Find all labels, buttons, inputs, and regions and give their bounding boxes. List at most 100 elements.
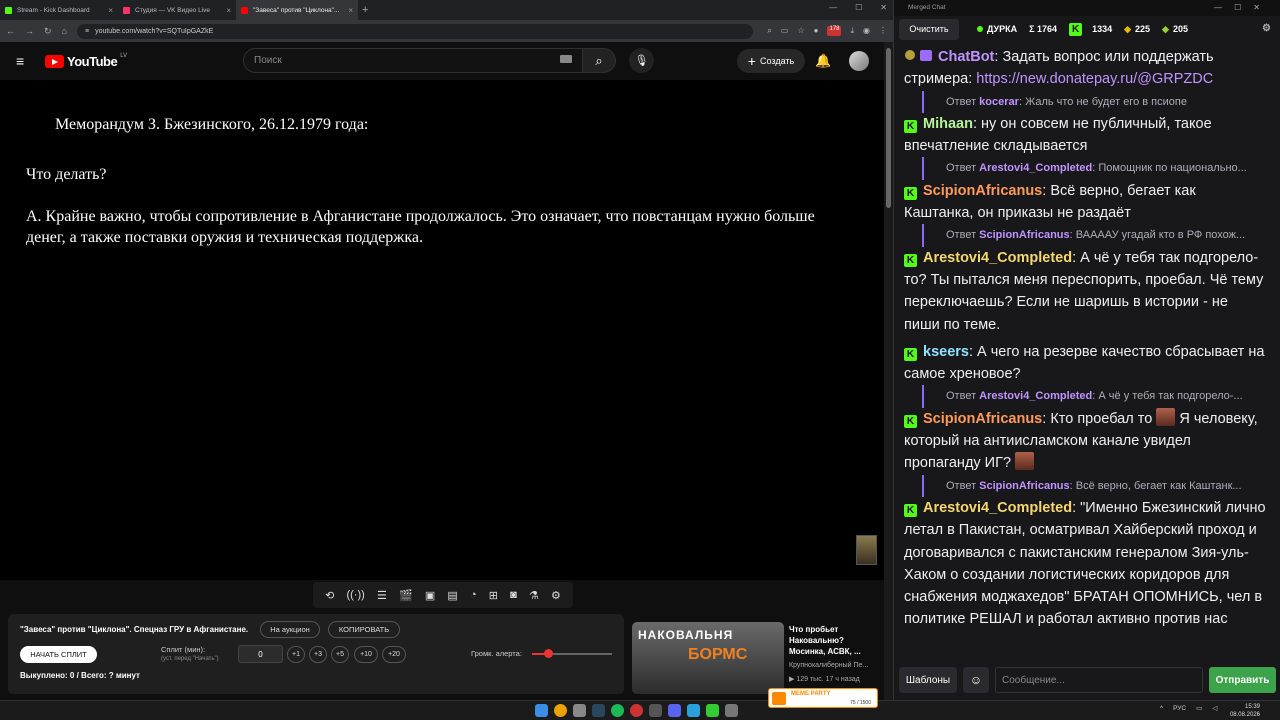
increment-button[interactable]: +1	[287, 646, 305, 663]
site-info-icon[interactable]: ≡	[85, 28, 89, 35]
speed-icon[interactable]: ◔	[470, 589, 477, 601]
clapper-icon[interactable]: 🎬	[399, 589, 413, 602]
system-clock[interactable]: 15:39 08.08.2026	[1230, 703, 1260, 719]
increment-button[interactable]: +10	[354, 646, 378, 663]
cast-icon[interactable]: ▭	[781, 26, 789, 36]
start-split-button[interactable]: НАЧАТЬ СПЛИТ	[20, 646, 97, 663]
chat-username[interactable]: kseers	[923, 344, 969, 360]
menu-icon[interactable]: ⋮	[879, 26, 887, 36]
loop-icon[interactable]: ⟲	[325, 589, 334, 602]
pip-icon[interactable]: ▣	[425, 589, 435, 602]
app-icon[interactable]	[706, 704, 719, 717]
tab-youtube-video[interactable]: "Завеса" против "Циклона"... ×	[236, 0, 358, 20]
tray-chevron-icon[interactable]: ^	[1160, 705, 1163, 712]
clear-chat-button[interactable]: Очистить	[899, 18, 959, 40]
send-button[interactable]: Отправить	[1209, 667, 1276, 693]
network-icon[interactable]: ▭	[1196, 704, 1202, 712]
close-tab-icon[interactable]: ×	[348, 6, 353, 15]
auction-button[interactable]: На аукцион	[260, 621, 320, 638]
reply-username[interactable]: Arestovi4_Completed	[979, 162, 1092, 174]
obs-icon[interactable]	[630, 704, 643, 717]
kick-icon: K	[904, 186, 917, 200]
broadcast-icon[interactable]: ((·))	[346, 589, 364, 601]
profile-icon[interactable]: ◉	[863, 26, 870, 36]
volume-icon[interactable]: ◁	[1212, 704, 1217, 712]
language-indicator[interactable]: РУС	[1173, 705, 1186, 712]
chat-username[interactable]: Arestovi4_Completed	[923, 250, 1072, 266]
increment-button[interactable]: +20	[382, 646, 406, 663]
voice-search-button[interactable]: 🎙	[629, 48, 654, 73]
chat-username[interactable]: ScipionAfricanus	[923, 411, 1042, 427]
close-icon[interactable]: ✕	[880, 3, 887, 12]
video-player[interactable]: Меморандум З. Бжезинского, 26.12.1979 го…	[0, 80, 884, 580]
alert-volume-knob[interactable]	[544, 649, 553, 658]
bookmark-star-icon[interactable]: ☆	[797, 26, 804, 36]
chrome-icon[interactable]	[554, 704, 567, 717]
tab-vk-studio[interactable]: Студия — VK Видео Live ×	[118, 0, 236, 20]
home-icon[interactable]: ⌂	[62, 26, 67, 36]
discord-icon[interactable]	[668, 704, 681, 717]
forward-icon[interactable]: →	[25, 26, 34, 36]
chat-username[interactable]: Mihaan	[923, 116, 973, 132]
gear-icon[interactable]: ⚙	[551, 589, 561, 602]
page-scrollbar[interactable]	[884, 42, 893, 700]
maximize-icon[interactable]: ☐	[855, 3, 862, 12]
playlist-icon[interactable]: ☰	[377, 589, 387, 602]
flask-icon[interactable]: ⚗	[529, 589, 539, 602]
split-minutes-input[interactable]: 0	[238, 645, 283, 663]
chat-window-controls[interactable]: —☐✕	[1214, 0, 1272, 16]
recommended-video[interactable]: НАКОВАЛЬНЯ БОРМС Что пробьет Наковальню?…	[632, 622, 882, 694]
chat-link[interactable]: https://new.donatepay.ru/@GRPZDC	[976, 71, 1213, 87]
add-box-icon[interactable]: ⊞	[489, 589, 498, 602]
youtube-logo[interactable]: YouTube LV	[45, 53, 127, 69]
recommended-thumbnail[interactable]: НАКОВАЛЬНЯ БОРМС	[632, 622, 784, 694]
increment-button[interactable]: +5	[331, 646, 349, 663]
chat-username[interactable]: Arestovi4_Completed	[923, 500, 1072, 516]
windows-start-icon[interactable]	[535, 704, 548, 717]
notifications-bell-icon[interactable]: 🔔	[815, 53, 831, 69]
hamburger-menu-icon[interactable]: ≡	[16, 54, 24, 68]
zoom-icon[interactable]: ⌕	[767, 26, 771, 36]
film-icon[interactable]: ▤	[447, 589, 457, 602]
tab-kick-dashboard[interactable]: Stream - Kick Dashboard ×	[0, 0, 118, 20]
recommended-channel[interactable]: Крупнокалиберный Пе...	[789, 662, 868, 669]
back-icon[interactable]: ←	[6, 26, 15, 36]
app-icon[interactable]	[649, 704, 662, 717]
meme-party-widget[interactable]: MEME PARTY 75 / 1500	[768, 688, 878, 708]
overlay-thumbnail[interactable]	[856, 535, 877, 565]
avatar[interactable]	[849, 51, 869, 71]
reply-username[interactable]: Arestovi4_Completed	[979, 390, 1092, 402]
scrollbar-thumb[interactable]	[886, 48, 891, 208]
spotify-icon[interactable]	[611, 704, 624, 717]
chat-settings-gear-icon[interactable]: ⚙	[1262, 23, 1271, 34]
search-button[interactable]: ⌕	[582, 48, 616, 73]
reload-icon[interactable]: ↻	[44, 26, 52, 37]
url-field[interactable]: ≡ youtube.com/watch?v=SQTuIpGAZkE	[76, 23, 754, 39]
reply-username[interactable]: ScipionAfricanus	[979, 480, 1069, 492]
new-tab-button[interactable]: +	[362, 4, 368, 16]
search-input[interactable]: Поиск	[243, 48, 583, 73]
camera-icon[interactable]: ◙	[510, 589, 517, 601]
chat-username[interactable]: ChatBot	[938, 49, 994, 65]
increment-button[interactable]: +3	[309, 646, 327, 663]
close-tab-icon[interactable]: ×	[108, 6, 113, 15]
reply-username[interactable]: ScipionAfricanus	[979, 229, 1069, 241]
app-icon[interactable]	[725, 704, 738, 717]
extension-badge[interactable]: 178	[827, 26, 842, 36]
copy-button[interactable]: КОПИРОВАТЬ	[328, 621, 400, 638]
close-tab-icon[interactable]: ×	[226, 6, 231, 15]
minimize-icon[interactable]: —	[829, 3, 837, 12]
keyboard-icon[interactable]	[560, 55, 572, 63]
settings-icon[interactable]	[573, 704, 586, 717]
chat-username[interactable]: ScipionAfricanus	[923, 183, 1042, 199]
message-input[interactable]: Сообщение...	[995, 667, 1203, 693]
templates-button[interactable]: Шаблоны	[899, 667, 957, 693]
recommended-title[interactable]: Что пробьет Наковальню? Мосинка, АСВК, .…	[789, 624, 879, 657]
telegram-icon[interactable]	[687, 704, 700, 717]
steam-icon[interactable]	[592, 704, 605, 717]
create-button[interactable]: + Создать	[737, 49, 805, 73]
reply-username[interactable]: kocerar	[979, 96, 1019, 108]
download-icon[interactable]: ⤓	[850, 26, 854, 36]
extension-icon[interactable]: ●	[814, 26, 819, 36]
emoji-button[interactable]: ☺	[963, 667, 989, 693]
